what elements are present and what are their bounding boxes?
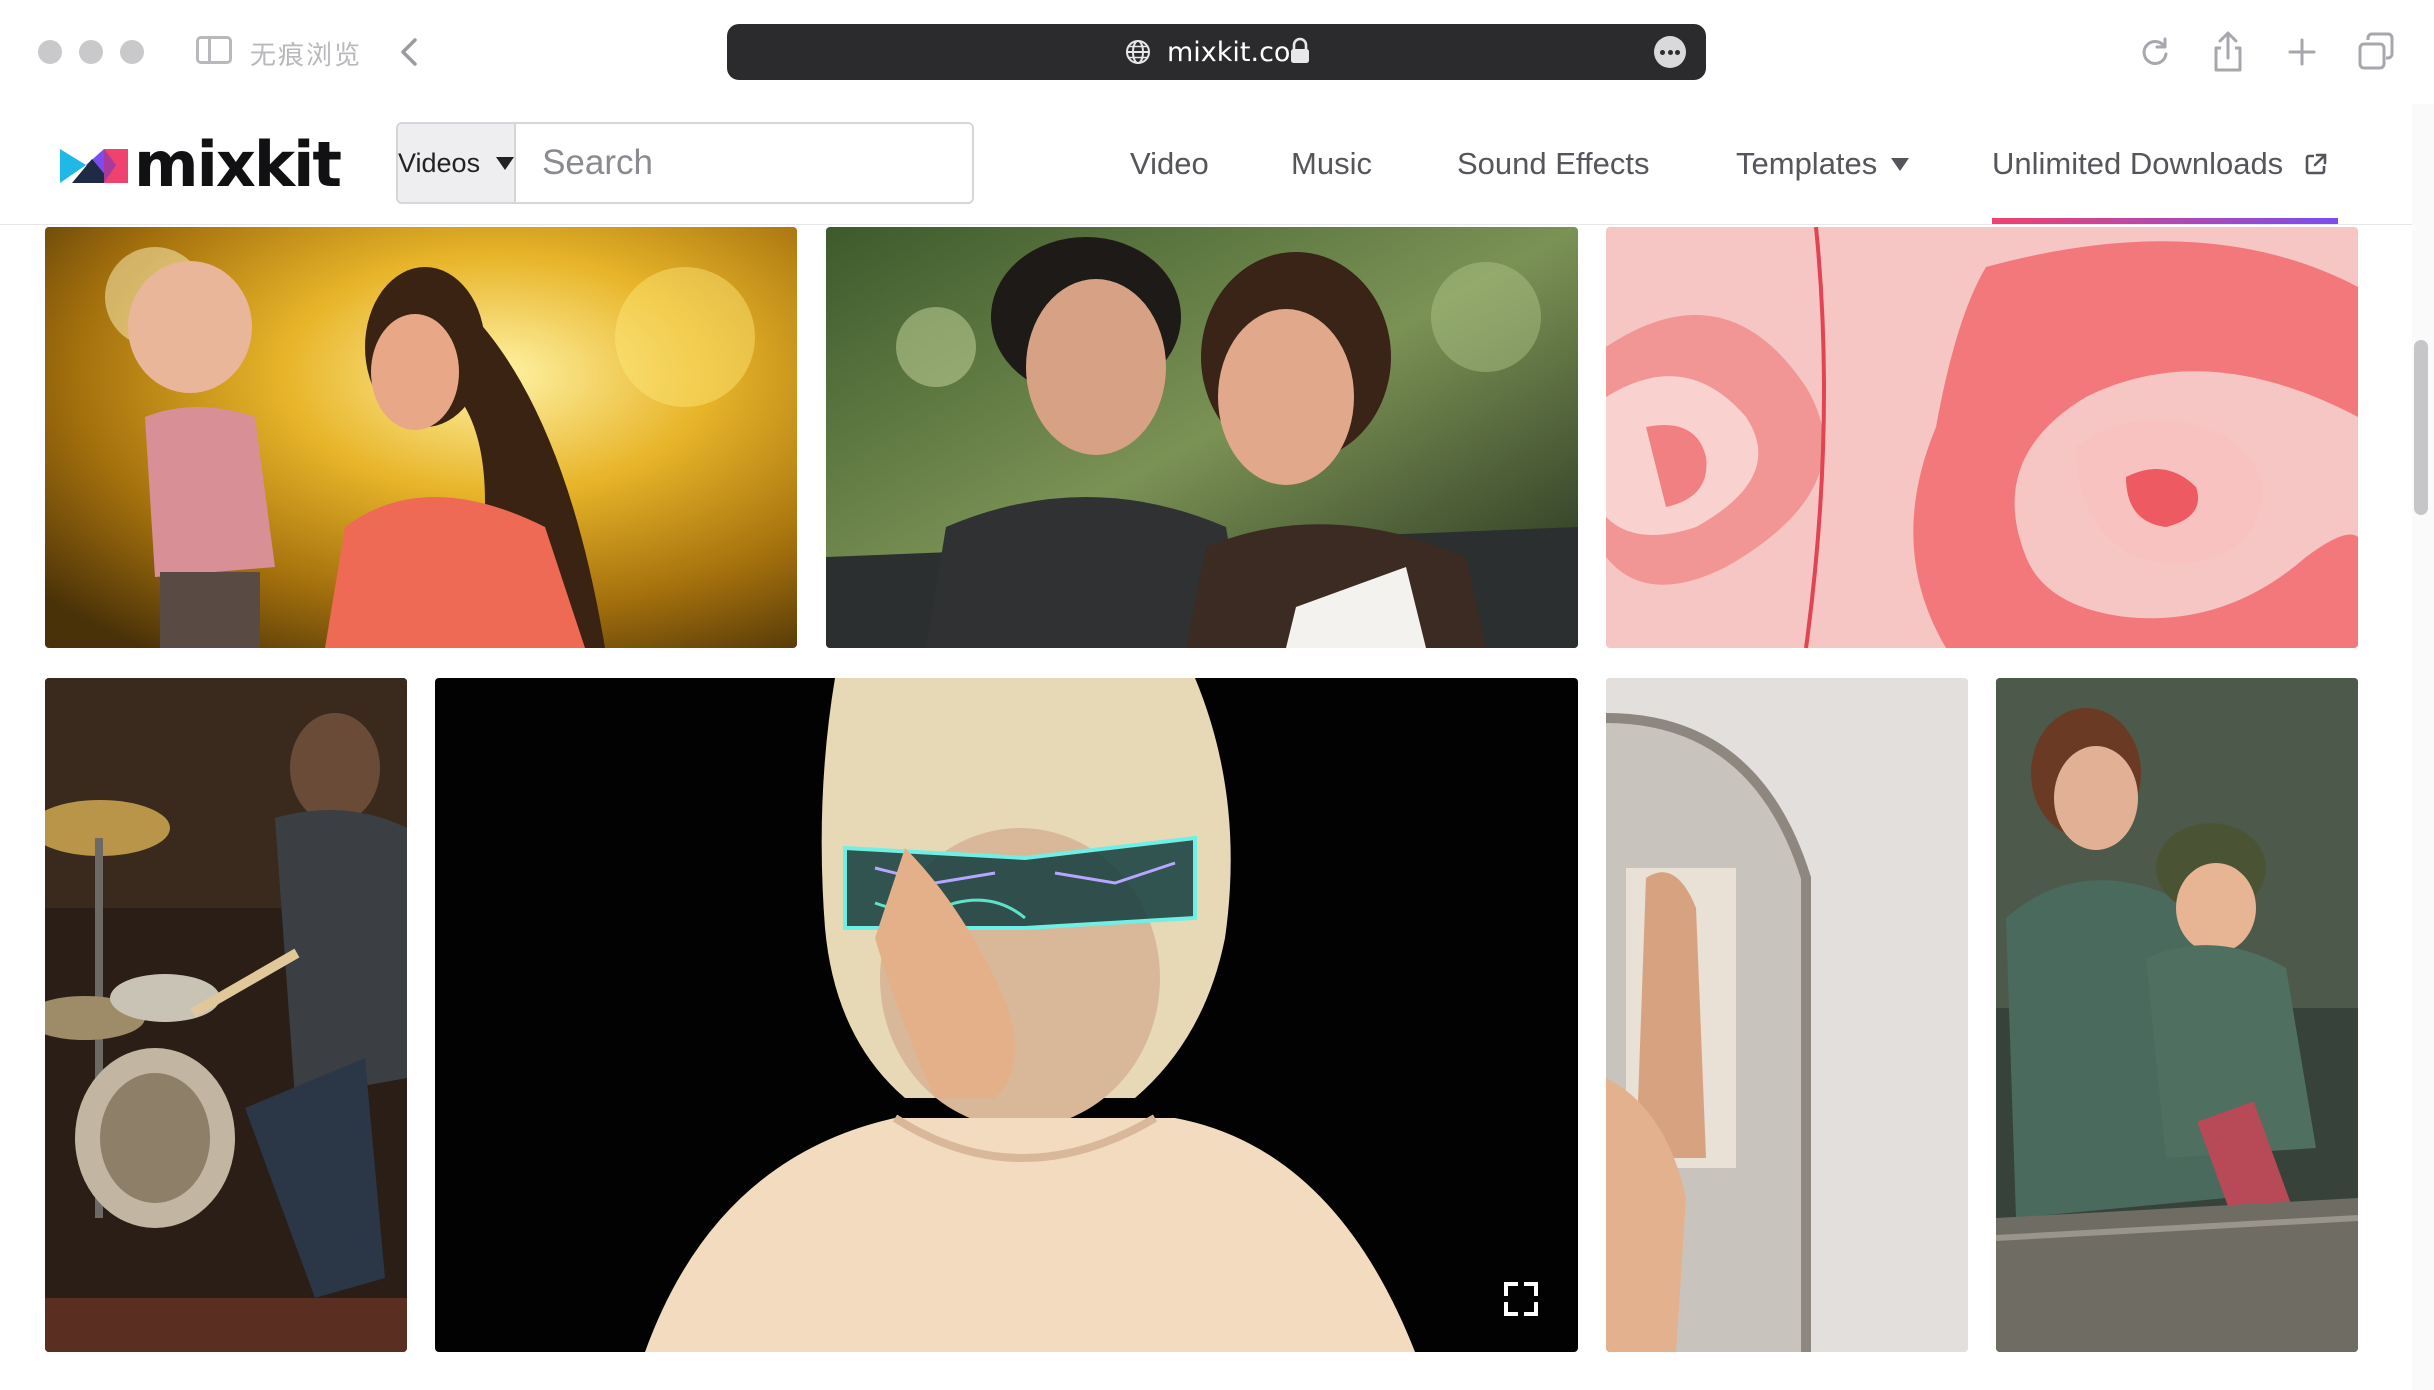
search-bar: Videos	[396, 122, 974, 204]
sidebar-toggle-icon[interactable]	[196, 36, 232, 64]
video-thumb-mirror-room[interactable]	[1606, 678, 1968, 1352]
nav-music-label: Music	[1291, 146, 1372, 181]
video-preview-image	[1606, 227, 2358, 648]
search-input[interactable]	[516, 124, 972, 202]
minimize-window-button[interactable]	[79, 40, 103, 64]
zoom-window-button[interactable]	[120, 40, 144, 64]
back-arrow-icon[interactable]	[390, 32, 430, 72]
page-menu-icon[interactable]	[1654, 36, 1686, 68]
nav-templates[interactable]: Templates	[1736, 140, 1910, 188]
search-type-select[interactable]: Videos	[398, 124, 517, 202]
nav-video-label: Video	[1130, 146, 1209, 181]
nav-video[interactable]: Video	[1130, 140, 1209, 188]
logo-mark-icon	[60, 149, 128, 183]
active-nav-underline	[1992, 218, 2338, 224]
nav-sound-effects[interactable]: Sound Effects	[1457, 140, 1649, 188]
video-thumb-pink-marble[interactable]	[1606, 227, 2358, 648]
fullscreen-icon[interactable]	[1502, 1280, 1540, 1318]
page-scrollbar-thumb[interactable]	[2414, 340, 2428, 515]
video-thumb-mother-baby[interactable]	[45, 227, 797, 648]
video-preview-image	[1606, 678, 1968, 1352]
caret-down-icon	[1891, 157, 1910, 171]
tab-overview-icon[interactable]	[2354, 28, 2398, 76]
page-scrollbar-track	[2412, 104, 2434, 1390]
mixkit-logo[interactable]: mixkit	[58, 128, 342, 201]
share-icon[interactable]	[2206, 28, 2250, 76]
video-preview-image	[826, 227, 1578, 648]
nav-templates-label: Templates	[1736, 146, 1878, 181]
url-text: mixkit.co	[1167, 37, 1291, 68]
video-thumb-neon-glasses[interactable]	[435, 678, 1578, 1352]
new-tab-icon[interactable]	[2280, 28, 2324, 76]
video-preview-image	[45, 678, 407, 1352]
search-type-label: Videos	[398, 147, 481, 178]
video-thumb-two-women[interactable]	[826, 227, 1578, 648]
nav-sound-effects-label: Sound Effects	[1457, 146, 1650, 181]
globe-icon	[1126, 40, 1150, 64]
reload-icon[interactable]	[2134, 28, 2178, 76]
address-bar[interactable]: mixkit.co	[727, 24, 1706, 80]
video-thumb-mother-child-nature[interactable]	[1996, 678, 2358, 1352]
close-window-button[interactable]	[38, 40, 62, 64]
private-browsing-label: 无痕浏览	[250, 40, 363, 70]
nav-unlimited-downloads[interactable]: Unlimited Downloads	[1992, 140, 2329, 188]
video-preview-image	[435, 678, 1578, 1352]
video-thumb-drummer[interactable]	[45, 678, 407, 1352]
logo-text: mixkit	[134, 128, 342, 201]
nav-music[interactable]: Music	[1291, 140, 1372, 188]
video-preview-image	[45, 227, 797, 648]
caret-down-icon	[496, 156, 515, 170]
lock-icon	[1291, 37, 1309, 63]
site-header: mixkit Videos Video Music Sound Effects …	[0, 104, 2412, 225]
external-link-icon	[2305, 153, 2327, 175]
video-preview-image	[1996, 678, 2358, 1352]
browser-toolbar: 无痕浏览 mixkit.co	[0, 0, 2434, 104]
nav-unlimited-downloads-label: Unlimited Downloads	[1992, 146, 2284, 181]
